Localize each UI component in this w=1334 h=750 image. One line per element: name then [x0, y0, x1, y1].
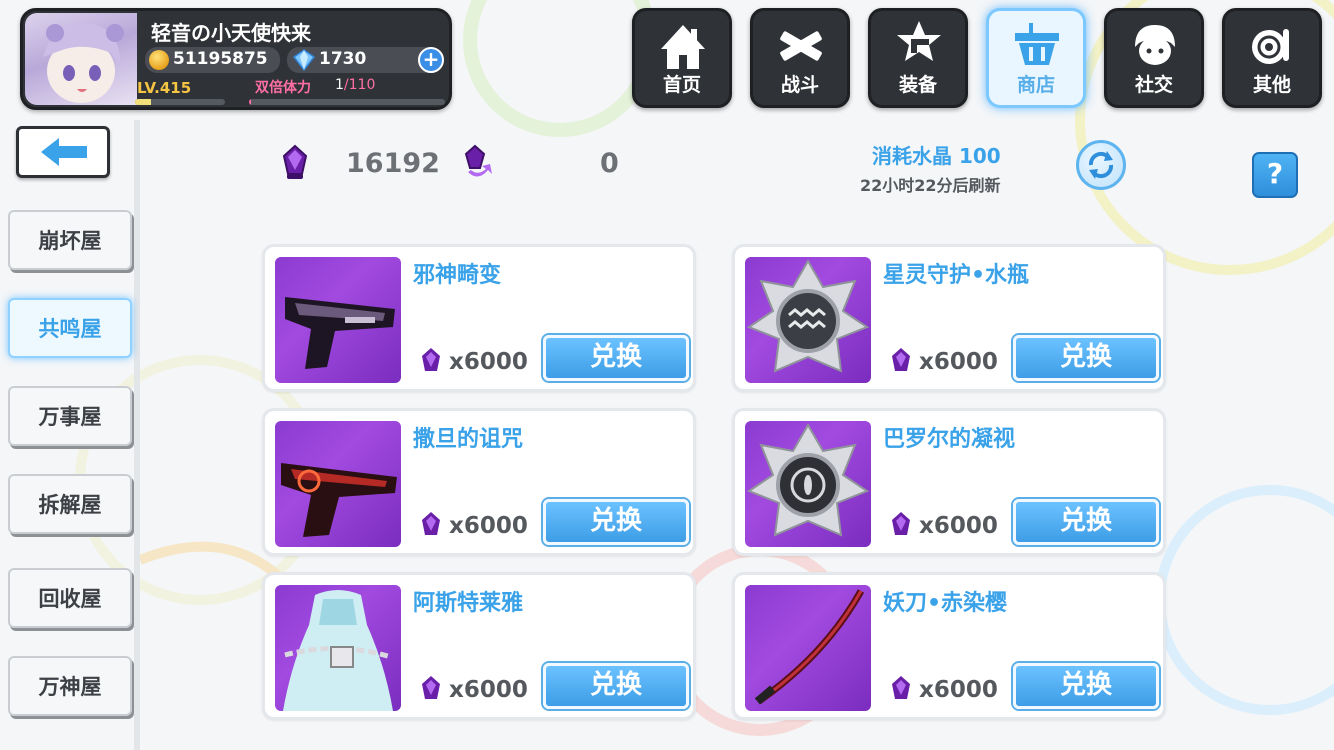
- stamina-label: 双倍体力: [255, 80, 311, 96]
- coin-counter: 51195875: [145, 47, 280, 73]
- item-name: 巴罗尔的凝视: [883, 427, 1016, 452]
- refresh-icon: [1088, 151, 1114, 179]
- coin-amount: 51195875: [173, 49, 268, 69]
- back-button[interactable]: [16, 126, 110, 178]
- item-image-katana: [745, 585, 871, 711]
- item-name: 撒旦的诅咒: [413, 427, 524, 452]
- shop-item-card: 星灵守护•水瓶 x6000 兑换: [732, 244, 1166, 392]
- gem-counter: 1730 +: [287, 47, 444, 73]
- exchange-button[interactable]: 兑换: [543, 663, 689, 709]
- refresh-token-icon: [464, 144, 492, 177]
- back-arrow-icon: [41, 138, 87, 166]
- refresh-countdown: 22小时22分后刷新: [860, 176, 1001, 195]
- shop-item-card: 撒旦的诅咒 x6000 兑换: [262, 408, 696, 556]
- shop-item-card: 妖刀•赤染樱 x6000 兑换: [732, 572, 1166, 720]
- nav-equipment[interactable]: 装备: [868, 8, 968, 108]
- sidebar-item-recycle-house[interactable]: 回收屋: [8, 568, 132, 628]
- nav-other[interactable]: 其他: [1222, 8, 1322, 108]
- item-image-dark-pistol: [275, 257, 401, 383]
- xp-bar: [135, 99, 225, 105]
- exchange-button[interactable]: 兑换: [1013, 663, 1159, 709]
- item-name: 妖刀•赤染樱: [883, 591, 1008, 616]
- nav-battle[interactable]: 战斗: [750, 8, 850, 108]
- item-price: x6000: [919, 677, 998, 703]
- gem-amount: 1730: [319, 49, 367, 69]
- stamina-value: 1/110: [335, 77, 376, 93]
- nav-home[interactable]: 首页: [632, 8, 732, 108]
- coin-icon: [149, 50, 169, 70]
- sidebar-divider: [134, 120, 140, 750]
- item-image-eye-badge: [745, 421, 871, 547]
- shop-item-card: 巴罗尔的凝视 x6000 兑换: [732, 408, 1166, 556]
- character-face-icon: [1135, 25, 1175, 65]
- resource-row: 51195875 1730 +: [137, 47, 447, 73]
- refresh-button[interactable]: [1076, 140, 1126, 190]
- house-icon: [661, 25, 705, 69]
- sidebar-item-resonance-house[interactable]: 共鸣屋: [8, 298, 132, 358]
- nav-social[interactable]: 社交: [1104, 8, 1204, 108]
- item-price: x6000: [449, 349, 528, 375]
- purple-crystal-icon: [282, 144, 308, 179]
- gun-badge-icon: [897, 21, 941, 61]
- stamina-bar: [249, 99, 445, 105]
- exchange-button[interactable]: 兑换: [1013, 499, 1159, 545]
- player-avatar[interactable]: [25, 13, 137, 105]
- item-name: 星灵守护•水瓶: [883, 263, 1030, 288]
- purple-crystal-icon: [422, 348, 440, 371]
- item-price: x6000: [919, 349, 998, 375]
- item-price: x6000: [449, 513, 528, 539]
- refresh-token-amount: 0: [600, 148, 619, 179]
- shop-item-card: 邪神畸变 x6000 兑换: [262, 244, 696, 392]
- refresh-cost: 消耗水晶 100: [872, 144, 1001, 168]
- crossed-swords-icon: [780, 31, 822, 61]
- exchange-button[interactable]: 兑换: [543, 335, 689, 381]
- item-price: x6000: [919, 513, 998, 539]
- player-name: 轻音の小天使快来: [151, 21, 311, 45]
- help-button[interactable]: ?: [1252, 152, 1298, 198]
- sidebar-item-pantheon-house[interactable]: 万神屋: [8, 656, 132, 716]
- shop-item-card: 阿斯特莱雅 x6000 兑换: [262, 572, 696, 720]
- item-name: 阿斯特莱雅: [413, 591, 524, 616]
- shopping-basket-icon: [1015, 23, 1059, 65]
- purple-crystal-icon: [892, 348, 910, 371]
- sidebar-item-dismantle-house[interactable]: 拆解屋: [8, 474, 132, 534]
- add-gems-button[interactable]: +: [418, 47, 444, 73]
- purple-crystal-icon: [422, 512, 440, 535]
- exchange-button[interactable]: 兑换: [543, 499, 689, 545]
- item-image-aquarius-badge: [745, 257, 871, 383]
- item-image-red-pistol: [275, 421, 401, 547]
- purple-crystal-icon: [422, 676, 440, 699]
- exchange-button[interactable]: 兑换: [1013, 335, 1159, 381]
- item-name: 邪神畸变: [413, 263, 502, 288]
- player-level: LV.415: [137, 79, 192, 97]
- sidebar-item-honkai-house[interactable]: 崩坏屋: [8, 210, 132, 270]
- nav-shop[interactable]: 商店: [986, 8, 1086, 108]
- item-price: x6000: [449, 677, 528, 703]
- sidebar-item-general-store[interactable]: 万事屋: [8, 386, 132, 446]
- purple-crystal-icon: [892, 512, 910, 535]
- purple-crystal-icon: [892, 676, 910, 699]
- diamond-icon: [293, 49, 315, 71]
- snail-icon: [1252, 29, 1289, 64]
- crystal-amount: 16192: [346, 148, 440, 179]
- item-image-chained-dress: [275, 585, 401, 711]
- player-panel: 轻音の小天使快来 51195875 1730 + LV.415 双倍体力 1/1…: [20, 8, 452, 110]
